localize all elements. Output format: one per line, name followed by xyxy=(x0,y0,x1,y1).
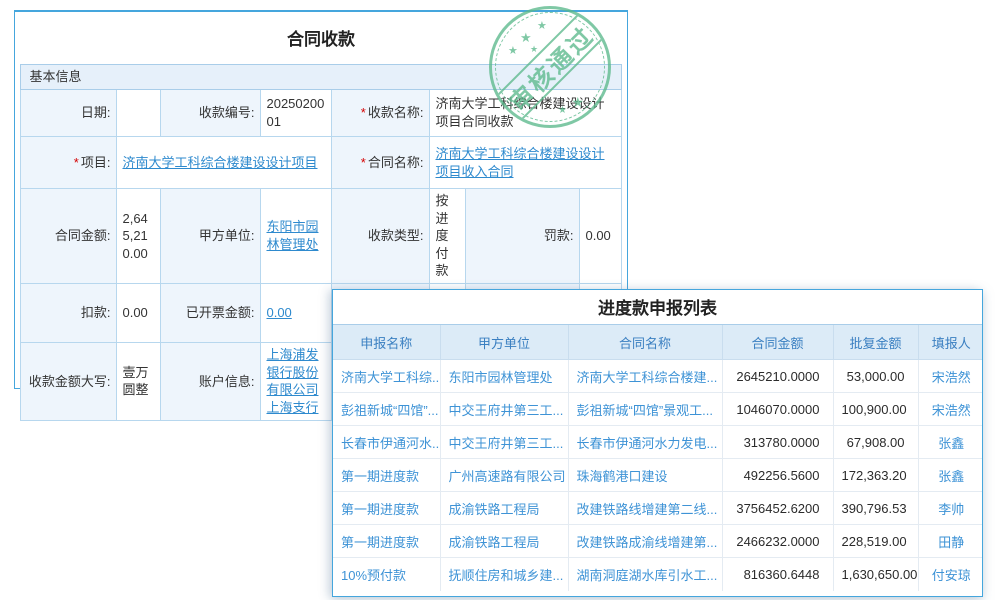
form-row: *项目: 济南大学工科综合楼建设设计项目 *合同名称:济南大学工科综合楼建设设计项目… xyxy=(21,137,621,189)
table-row[interactable]: 第一期进度款成渝铁路工程局改建铁路线增建第二线...3756452.620039… xyxy=(333,492,983,525)
progress-table: 申报名称甲方单位合同名称合同金额批复金额填报人 济南大学工科综...东阳市园林管… xyxy=(333,324,983,591)
table-cell: 东阳市园林管理处 xyxy=(440,360,568,393)
table-row[interactable]: 10%预付款抚顺住房和城乡建...湖南洞庭湖水库引水工...816360.644… xyxy=(333,558,983,591)
column-header-0: 申报名称 xyxy=(333,325,440,360)
section-header: 基本信息 xyxy=(21,65,621,90)
field-label: 收款类型: xyxy=(332,189,430,284)
field-link-cell: 东阳市园林管理处 xyxy=(261,189,332,284)
table-cell: 2645210.0000 xyxy=(722,360,833,393)
table-cell: 816360.6448 xyxy=(722,558,833,591)
table-cell: 313780.0000 xyxy=(722,426,833,459)
column-header-3: 合同金额 xyxy=(722,325,833,360)
table-row[interactable]: 济南大学工科综...东阳市园林管理处济南大学工科综合楼建...2645210.0… xyxy=(333,360,983,393)
section-header-row: 基本信息 xyxy=(21,65,621,90)
field-link[interactable]: 济南大学工科综合楼建设设计项目 xyxy=(122,155,317,170)
column-header-4: 批复金额 xyxy=(833,325,918,360)
table-cell: 492256.5600 xyxy=(722,459,833,492)
progress-list-panel: 进度款申报列表 申报名称甲方单位合同名称合同金额批复金额填报人 济南大学工科综.… xyxy=(332,289,983,597)
table-cell: 53,000.00 xyxy=(833,360,918,393)
field-value: 2,645,210.00 xyxy=(117,189,161,284)
field-label: 扣款: xyxy=(21,283,117,343)
table-cell: 长春市伊通河水力发电... xyxy=(568,426,722,459)
table-cell: 宋浩然 xyxy=(918,360,983,393)
field-label: 收款编号: xyxy=(161,90,261,137)
field-label: 已开票金额: xyxy=(161,283,261,343)
field-label: 合同金额: xyxy=(21,189,117,284)
required-asterisk: * xyxy=(74,155,79,170)
table-cell: 济南大学工科综... xyxy=(333,360,440,393)
list-title: 进度款申报列表 xyxy=(333,290,982,324)
field-value: 按进度付款 xyxy=(430,189,466,284)
field-value: 0.00 xyxy=(580,189,621,284)
table-cell: 第一期进度款 xyxy=(333,525,440,558)
field-link-cell: 济南大学工科综合楼建设设计项目收入合同 xyxy=(430,137,621,189)
field-label: *收款名称: xyxy=(332,90,430,137)
field-value: 0.00 xyxy=(117,283,161,343)
table-row[interactable]: 第一期进度款成渝铁路工程局改建铁路成渝线增建第...2466232.000022… xyxy=(333,525,983,558)
field-value: 2025020001 xyxy=(261,90,332,137)
table-header-row: 申报名称甲方单位合同名称合同金额批复金额填报人 xyxy=(333,325,983,360)
form-row: 日期: 收款编号:2025020001*收款名称:济南大学工科综合楼建设设计项目合… xyxy=(21,90,621,137)
table-cell: 彭祖新城“四馆”... xyxy=(333,393,440,426)
table-cell: 济南大学工科综合楼建... xyxy=(568,360,722,393)
column-header-1: 甲方单位 xyxy=(440,325,568,360)
field-link[interactable]: 东阳市园林管理处 xyxy=(266,219,318,252)
field-label: 收款金额大写: xyxy=(21,343,117,420)
field-label: 罚款: xyxy=(466,189,580,284)
table-row[interactable]: 第一期进度款广州高速路有限公司珠海鹤港口建设492256.5600172,363… xyxy=(333,459,983,492)
column-header-2: 合同名称 xyxy=(568,325,722,360)
table-cell: 宋浩然 xyxy=(918,393,983,426)
table-row[interactable]: 彭祖新城“四馆”...中交王府井第三工...彭祖新城“四馆”景观工...1046… xyxy=(333,393,983,426)
table-cell: 10%预付款 xyxy=(333,558,440,591)
table-cell: 改建铁路成渝线增建第... xyxy=(568,525,722,558)
field-link[interactable]: 济南大学工科综合楼建设设计项目收入合同 xyxy=(435,146,604,179)
field-link-cell: 济南大学工科综合楼建设设计项目 xyxy=(117,137,332,189)
table-cell: 中交王府井第三工... xyxy=(440,393,568,426)
table-row[interactable]: 长春市伊通河水...中交王府井第三工...长春市伊通河水力发电...313780… xyxy=(333,426,983,459)
table-cell: 228,519.00 xyxy=(833,525,918,558)
table-cell: 1,630,650.00 xyxy=(833,558,918,591)
field-label: *合同名称: xyxy=(332,137,430,189)
table-cell: 抚顺住房和城乡建... xyxy=(440,558,568,591)
table-cell: 付安琼 xyxy=(918,558,983,591)
table-cell: 第一期进度款 xyxy=(333,459,440,492)
column-header-5: 填报人 xyxy=(918,325,983,360)
form-row: 合同金额:2,645,210.00甲方单位:东阳市园林管理处收款类型:按进度付款… xyxy=(21,189,621,284)
table-cell: 中交王府井第三工... xyxy=(440,426,568,459)
field-label: 账户信息: xyxy=(161,343,261,420)
table-cell: 改建铁路线增建第二线... xyxy=(568,492,722,525)
field-link[interactable]: 0.00 xyxy=(266,305,291,320)
table-cell: 广州高速路有限公司 xyxy=(440,459,568,492)
table-cell: 湖南洞庭湖水库引水工... xyxy=(568,558,722,591)
table-cell: 田静 xyxy=(918,525,983,558)
field-label: 甲方单位: xyxy=(161,189,261,284)
table-cell: 172,363.20 xyxy=(833,459,918,492)
table-cell: 张鑫 xyxy=(918,459,983,492)
field-link-cell: 0.00 xyxy=(261,283,332,343)
required-asterisk: * xyxy=(361,105,366,120)
field-link-cell: 上海浦发银行股份有限公司上海支行 xyxy=(261,343,332,420)
field-label: *项目: xyxy=(21,137,117,189)
table-cell: 李帅 xyxy=(918,492,983,525)
required-asterisk: * xyxy=(361,155,366,170)
field-value xyxy=(117,90,161,137)
table-cell: 第一期进度款 xyxy=(333,492,440,525)
table-cell: 张鑫 xyxy=(918,426,983,459)
field-value: 济南大学工科综合楼建设设计项目合同收款 xyxy=(430,90,621,137)
table-cell: 1046070.0000 xyxy=(722,393,833,426)
page-title: 合同收款 xyxy=(15,25,627,50)
table-cell: 2466232.0000 xyxy=(722,525,833,558)
field-label: 日期: xyxy=(21,90,117,137)
table-cell: 67,908.00 xyxy=(833,426,918,459)
table-cell: 长春市伊通河水... xyxy=(333,426,440,459)
table-cell: 100,900.00 xyxy=(833,393,918,426)
table-cell: 3756452.6200 xyxy=(722,492,833,525)
field-link[interactable]: 上海浦发银行股份有限公司上海支行 xyxy=(266,347,318,415)
table-cell: 成渝铁路工程局 xyxy=(440,492,568,525)
table-cell: 彭祖新城“四馆”景观工... xyxy=(568,393,722,426)
table-cell: 390,796.53 xyxy=(833,492,918,525)
field-value: 壹万圆整 xyxy=(117,343,161,420)
table-cell: 珠海鹤港口建设 xyxy=(568,459,722,492)
table-cell: 成渝铁路工程局 xyxy=(440,525,568,558)
